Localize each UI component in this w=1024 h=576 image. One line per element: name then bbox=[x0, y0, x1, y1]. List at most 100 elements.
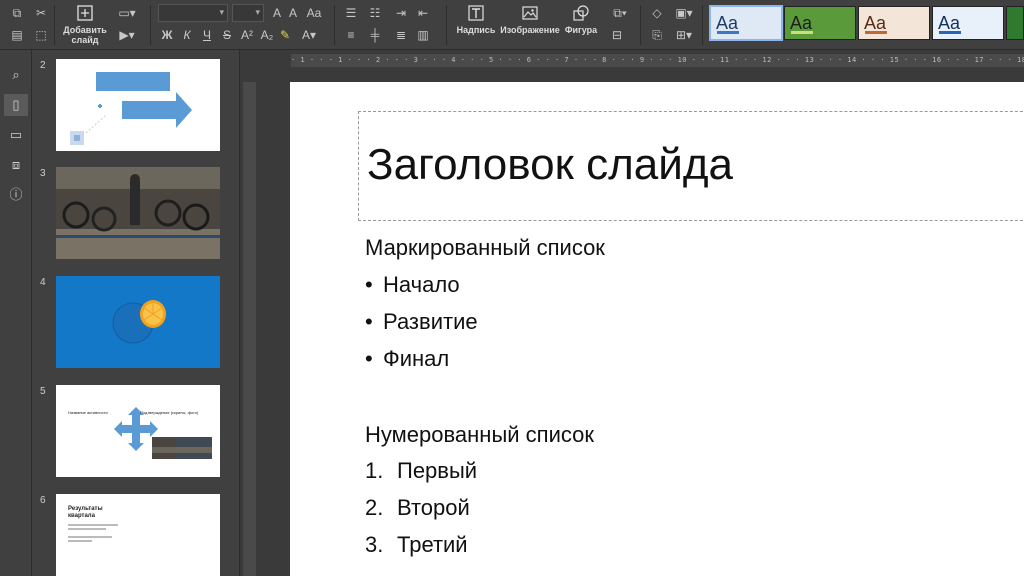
bullet-item[interactable]: • Финал bbox=[365, 346, 449, 372]
underline-icon[interactable]: Ч bbox=[198, 26, 216, 44]
numbered-list-heading[interactable]: Нумерованный список bbox=[365, 422, 594, 448]
copy-style-icon[interactable]: ⎘ bbox=[648, 26, 666, 44]
search-icon[interactable]: ⌕ bbox=[4, 64, 28, 86]
copy-icon[interactable]: ⧉ bbox=[8, 4, 26, 22]
bullet-item[interactable]: • Развитие bbox=[365, 309, 478, 335]
thumbnail-5-right-label: Подтверждение (скрины, фото) bbox=[140, 410, 199, 415]
thumbnail-3-photo bbox=[56, 167, 220, 259]
toolbar-separator bbox=[334, 5, 335, 45]
theme-thumbnail-3[interactable]: Aa bbox=[858, 6, 930, 40]
bullet-marker: • bbox=[365, 272, 373, 297]
outdent-icon[interactable]: ⇤ bbox=[414, 4, 432, 22]
placeholder-text-line bbox=[68, 540, 92, 542]
thumbnail-6-title: Результаты квартала bbox=[68, 506, 103, 519]
chat-icon[interactable]: ⧈ bbox=[4, 154, 28, 176]
font-family-select[interactable]: ▾ bbox=[158, 4, 228, 22]
toolbar-separator bbox=[54, 5, 55, 45]
slide-thumbnail-3[interactable] bbox=[56, 167, 220, 259]
numbered-list-icon[interactable]: ☷ bbox=[366, 4, 384, 22]
thumbnail-number: 2 bbox=[40, 60, 46, 71]
slide-thumbnail-6[interactable]: Результаты квартала bbox=[56, 494, 220, 576]
bulleted-list-icon[interactable]: ☰ bbox=[342, 4, 360, 22]
italic-icon[interactable]: К bbox=[178, 26, 196, 44]
thumbnail-5-graphic bbox=[114, 407, 212, 459]
shape-icon bbox=[573, 5, 589, 21]
slide-thumbnail-4[interactable] bbox=[56, 276, 220, 368]
bullet-item[interactable]: • Начало bbox=[365, 272, 460, 298]
toolbar-separator bbox=[640, 5, 641, 45]
add-slide-icon bbox=[77, 5, 93, 21]
highlight-icon[interactable]: ✎ bbox=[276, 26, 294, 44]
clear-style-icon[interactable]: ◇ bbox=[648, 4, 666, 22]
theme-thumbnail-5[interactable] bbox=[1006, 6, 1024, 40]
superscript-icon[interactable]: A² bbox=[238, 26, 256, 44]
placeholder-text-line bbox=[68, 536, 112, 538]
line-spacing-icon[interactable]: ≣ bbox=[392, 26, 410, 44]
align-left-icon[interactable]: ≡ bbox=[342, 26, 360, 44]
columns-icon[interactable]: ▥ bbox=[414, 26, 432, 44]
thumbnail-number: 5 bbox=[40, 386, 46, 397]
numbered-item[interactable]: 2. Второй bbox=[365, 495, 470, 521]
insert-shape-button[interactable]: Фигура bbox=[562, 3, 600, 35]
toolbar-separator bbox=[150, 5, 151, 45]
textbox-icon bbox=[468, 5, 484, 21]
slide-title[interactable]: Заголовок слайда bbox=[367, 140, 733, 190]
title-placeholder[interactable]: Заголовок слайда bbox=[358, 111, 1024, 221]
decrease-font-icon[interactable]: A bbox=[284, 4, 302, 22]
numbered-item[interactable]: 3. Третий bbox=[365, 532, 468, 558]
add-slide-button[interactable]: Добавить слайд bbox=[60, 3, 110, 45]
slides-panel-icon[interactable]: ▯ bbox=[4, 94, 28, 116]
vertical-ruler[interactable] bbox=[243, 82, 256, 576]
chevron-down-icon: ▾ bbox=[219, 7, 224, 17]
insert-image-button[interactable]: Изображение bbox=[500, 3, 560, 35]
align-objects-icon[interactable]: ⊟ bbox=[608, 26, 626, 44]
bullet-marker: • bbox=[365, 346, 373, 371]
slideshow-icon[interactable]: ▶▾ bbox=[118, 26, 136, 44]
image-icon bbox=[522, 6, 538, 20]
slide-editor: · 1 · · · 1 · · · 2 · · · 3 · · · 4 · · … bbox=[241, 50, 1024, 576]
change-case-icon[interactable]: Aa bbox=[302, 4, 326, 22]
cut-icon[interactable]: ✂ bbox=[32, 4, 50, 22]
select-all-icon[interactable]: ⬚ bbox=[32, 26, 50, 44]
thumbnail-2-graphic bbox=[70, 72, 192, 145]
strikethrough-icon[interactable]: S bbox=[218, 26, 236, 44]
toolbar-separator bbox=[702, 5, 703, 45]
subscript-icon[interactable]: A₂ bbox=[258, 26, 276, 44]
bullet-marker: • bbox=[365, 309, 373, 334]
layout-icon[interactable]: ▭▾ bbox=[118, 4, 136, 22]
thumbnail-number: 3 bbox=[40, 168, 46, 179]
theme-thumbnail-4[interactable]: Aa bbox=[932, 6, 1004, 40]
bold-icon[interactable]: Ж bbox=[158, 26, 176, 44]
numbered-item[interactable]: 1. Первый bbox=[365, 458, 477, 484]
thumbnail-5-left-label: Название активности bbox=[68, 410, 108, 415]
thumbnail-4-photo bbox=[56, 276, 220, 368]
slide-thumbnail-2[interactable] bbox=[56, 59, 220, 151]
font-color-icon[interactable]: A▾ bbox=[300, 26, 318, 44]
paste-icon[interactable]: ▤ bbox=[8, 26, 26, 44]
arrange-icon[interactable]: ⧉▾ bbox=[608, 4, 632, 22]
horizontal-ruler[interactable]: · 1 · · · 1 · · · 2 · · · 3 · · · 4 · · … bbox=[291, 54, 1024, 67]
about-icon[interactable]: ⓘ bbox=[4, 184, 28, 206]
slide-thumbnail-5[interactable]: Название активности Подтверждение (скрин… bbox=[56, 385, 220, 477]
table-icon[interactable]: ⊞▾ bbox=[672, 26, 696, 44]
comments-icon[interactable]: ▭ bbox=[4, 124, 28, 146]
presentation-editor: ⧉ ✂ ▤ ⬚ Добавить слайд ▭▾ ▶▾ ▾ ▾ A A Aa … bbox=[0, 0, 1024, 576]
placeholder-text-line bbox=[68, 528, 106, 530]
insert-textbox-button[interactable]: Надпись bbox=[456, 3, 496, 35]
slide-thumbnails-panel: 2 3 4 5 Название активности Подтверждени… bbox=[32, 50, 240, 576]
indent-icon[interactable]: ⇥ bbox=[392, 4, 410, 22]
toolbar-separator bbox=[446, 5, 447, 45]
font-size-select[interactable]: ▾ bbox=[232, 4, 264, 22]
theme-thumbnail-2[interactable]: Aa bbox=[784, 6, 856, 40]
theme-thumbnail-1[interactable]: Aa bbox=[709, 5, 783, 41]
slide-canvas[interactable]: Заголовок слайда Маркированный список • Н… bbox=[290, 82, 1024, 576]
thumbnail-number: 6 bbox=[40, 495, 46, 506]
placeholder-text-line bbox=[68, 524, 118, 526]
chevron-down-icon: ▾ bbox=[255, 7, 260, 17]
top-toolbar: ⧉ ✂ ▤ ⬚ Добавить слайд ▭▾ ▶▾ ▾ ▾ A A Aa … bbox=[0, 0, 1024, 50]
bulleted-list-heading[interactable]: Маркированный список bbox=[365, 235, 605, 261]
slide-size-icon[interactable]: ▣▾ bbox=[672, 4, 696, 22]
align-middle-icon[interactable]: ╪ bbox=[366, 26, 384, 44]
left-rail: ⌕ ▯ ▭ ⧈ ⓘ bbox=[0, 50, 32, 576]
thumbnail-number: 4 bbox=[40, 277, 46, 288]
